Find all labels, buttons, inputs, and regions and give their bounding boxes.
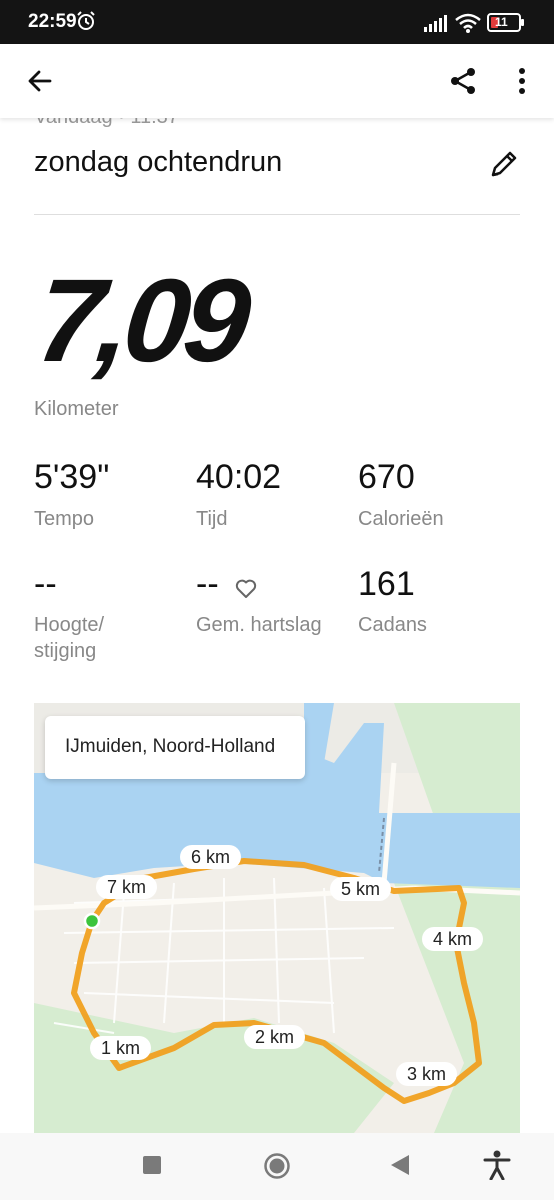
pace-label: Tempo: [34, 508, 95, 530]
square-icon: [143, 1156, 161, 1174]
distance-unit: Kilometer: [34, 398, 119, 420]
alarm-clock-icon: [77, 11, 95, 30]
time-value: 40:02: [196, 458, 282, 496]
arrow-back-icon: [28, 70, 52, 92]
km-marker-3: 3 km: [396, 1062, 458, 1086]
home-button[interactable]: [260, 1149, 294, 1183]
app-bar: [0, 44, 554, 118]
km-marker-6: 6 km: [180, 845, 242, 869]
km-marker-4: 4 km: [422, 927, 484, 951]
distance-value: 7,09: [31, 255, 251, 387]
cadence-label: Cadans: [358, 614, 427, 636]
status-bar: 22:59 11: [0, 0, 554, 44]
heart-rate-label: Gem. hartslag: [196, 614, 322, 636]
battery-level: 11: [495, 15, 508, 29]
calories-value: 670: [358, 458, 415, 496]
more-vert-icon: [519, 68, 525, 94]
edit-title-button[interactable]: [484, 144, 524, 184]
location-text: IJmuiden, Noord-Holland: [65, 736, 276, 757]
share-icon: [451, 68, 475, 94]
heart-outline-icon: [235, 579, 257, 598]
km-marker-5: 5 km: [330, 877, 392, 901]
elevation-label: Hoogte/ stijging: [34, 614, 105, 662]
recent-apps-button[interactable]: [136, 1149, 168, 1181]
pencil-icon: [491, 151, 517, 177]
activity-title: zondag ochtendrun: [34, 146, 283, 178]
km-marker-2: 2 km: [244, 1025, 306, 1049]
status-time: 22:59: [28, 11, 77, 32]
triangle-back-icon: [391, 1155, 409, 1175]
km-marker-1: 1 km: [90, 1036, 152, 1060]
cadence-value: 161: [358, 565, 415, 603]
circle-icon: [264, 1153, 290, 1179]
nav-back-button[interactable]: [384, 1149, 416, 1181]
heart-rate-value: --: [196, 565, 219, 603]
pace-value: 5'39": [34, 458, 110, 496]
accessibility-icon: [483, 1150, 511, 1180]
divider: [34, 214, 520, 215]
time-label: Tijd: [196, 508, 228, 530]
cell-signal-icon: [424, 15, 447, 32]
elevation-value: --: [34, 565, 57, 603]
location-chip: IJmuiden, Noord-Holland: [45, 716, 305, 779]
calories-label: Calorieën: [358, 508, 444, 530]
route-map[interactable]: IJmuiden, Noord-Holland 1 km 2 km 3 km 4…: [34, 703, 520, 1133]
battery-icon: 11: [487, 13, 524, 32]
accessibility-button[interactable]: [480, 1147, 514, 1183]
back-button[interactable]: [20, 61, 60, 101]
more-options-button[interactable]: [502, 61, 542, 101]
system-nav-bar: [0, 1133, 554, 1200]
wifi-icon: [455, 13, 481, 33]
share-button[interactable]: [443, 61, 483, 101]
km-marker-7: 7 km: [96, 875, 158, 899]
